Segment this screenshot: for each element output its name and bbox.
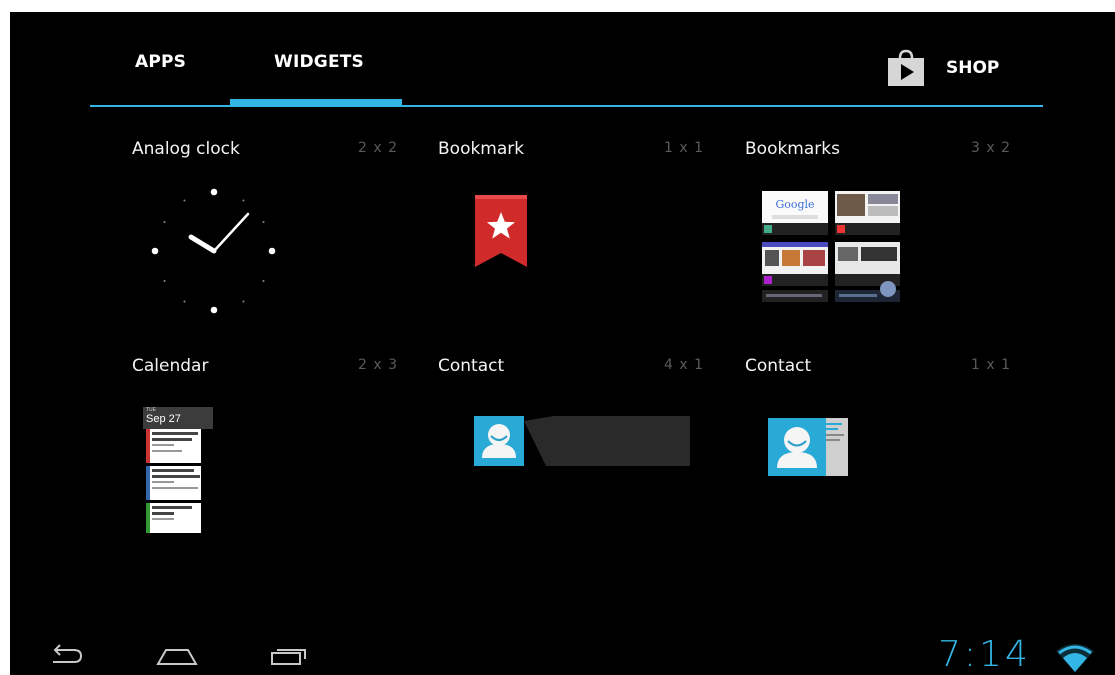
screen: APPS WIDGETS SHOP Analog clock 2 x 2 Boo… (10, 12, 1115, 675)
widget-calendar[interactable]: Calendar 2 x 3 TUE Sep 27 (132, 356, 398, 556)
back-icon[interactable] (48, 644, 84, 666)
shop-button[interactable]: SHOP (886, 48, 999, 88)
widget-title: Analog clock (132, 139, 240, 159)
status-clock: 7:14 (938, 634, 1031, 675)
widget-title: Contact (438, 356, 505, 376)
widget-bookmarks[interactable]: Bookmarks 3 x 2 Google (745, 139, 1011, 339)
contact-card-preview (768, 418, 848, 476)
calendar-events (146, 429, 201, 533)
widget-size: 3 x 2 (971, 140, 1011, 156)
home-icon[interactable] (156, 644, 198, 666)
tab-widgets[interactable]: WIDGETS (274, 52, 364, 78)
widget-size: 2 x 2 (358, 140, 398, 156)
analog-clock-preview (151, 188, 276, 314)
wifi-icon (1056, 644, 1094, 672)
widget-title: Bookmarks (745, 139, 840, 159)
bookmark-star-icon (475, 195, 527, 267)
widget-size: 1 x 1 (971, 357, 1011, 373)
shop-bag-icon (888, 49, 924, 86)
calendar-preview: TUE Sep 27 (143, 407, 213, 533)
widget-size: 1 x 1 (664, 140, 704, 156)
widget-size: 2 x 3 (358, 357, 398, 373)
tab-active-indicator (230, 99, 402, 106)
widget-analog-clock[interactable]: Analog clock 2 x 2 (132, 139, 398, 339)
contact-wide-preview (474, 416, 690, 466)
widget-contact-4x1[interactable]: Contact 4 x 1 (438, 356, 704, 556)
calendar-header: TUE Sep 27 (143, 407, 213, 429)
widget-bookmark[interactable]: Bookmark 1 x 1 (438, 139, 704, 339)
svg-text:Google: Google (775, 198, 814, 211)
bookmarks-thumbnails-preview: Google (762, 191, 900, 302)
widget-title: Calendar (132, 356, 209, 376)
widget-title: Bookmark (438, 139, 525, 159)
widget-contact-1x1[interactable]: Contact 1 x 1 (745, 356, 1011, 556)
tab-apps[interactable]: APPS (135, 52, 186, 78)
widget-size: 4 x 1 (664, 357, 704, 373)
recent-apps-icon[interactable] (268, 644, 310, 666)
calendar-date: Sep 27 (146, 413, 181, 425)
widget-title: Contact (745, 356, 812, 376)
shop-label: SHOP (946, 58, 1000, 78)
